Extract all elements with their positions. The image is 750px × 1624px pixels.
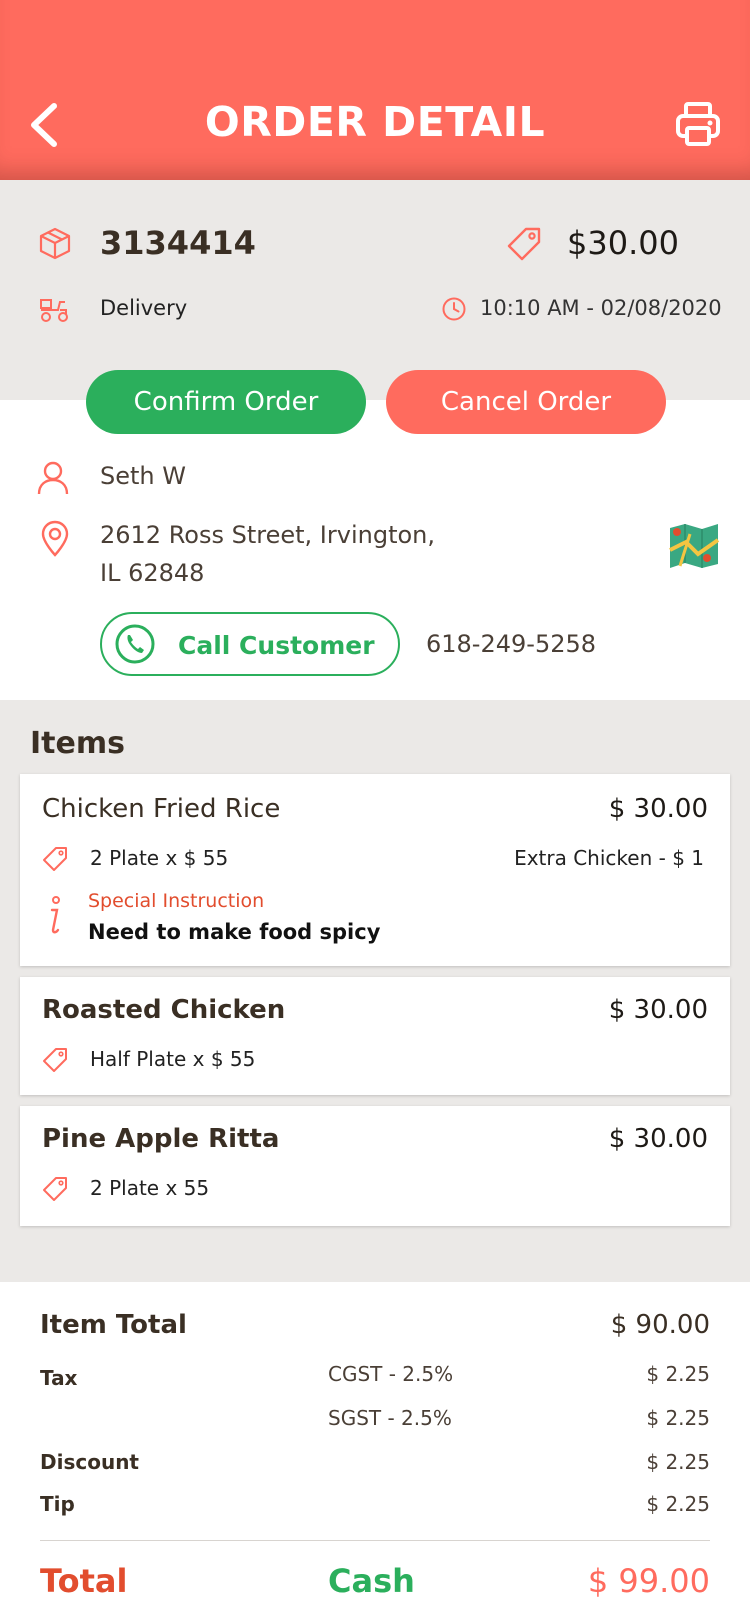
grand-total-value: $ 99.00 xyxy=(587,1562,710,1600)
location-pin-icon xyxy=(41,520,69,557)
item-quantity: 2 Plate x $ 55 xyxy=(90,846,229,870)
address-line-1: 2612 Ross Street, Irvington, xyxy=(100,521,436,549)
cancel-order-button[interactable]: Cancel Order xyxy=(386,370,666,434)
cgst-label: CGST - 2.5% xyxy=(328,1362,454,1386)
phone-icon xyxy=(115,624,155,664)
price-tag-icon xyxy=(507,227,541,261)
tip-label: Tip xyxy=(40,1492,75,1516)
user-icon xyxy=(37,461,69,495)
discount-value: $ 2.25 xyxy=(646,1450,710,1474)
customer-address: 2612 Ross Street, Irvington, IL 62848 xyxy=(100,516,435,592)
map-icon xyxy=(669,524,720,568)
item-price: $ 30.00 xyxy=(608,995,708,1025)
package-icon xyxy=(39,227,71,260)
tax-label: Tax xyxy=(40,1366,78,1390)
discount-label: Discount xyxy=(40,1450,139,1474)
items-heading: Items xyxy=(30,726,125,761)
printer-icon xyxy=(676,102,720,146)
order-type: Delivery xyxy=(100,296,188,320)
item-extra: Extra Chicken - $ 1 xyxy=(514,846,704,870)
call-customer-label: Call Customer xyxy=(178,631,375,660)
order-price: $30.00 xyxy=(567,224,679,262)
item-quantity: Half Plate x $ 55 xyxy=(90,1047,256,1071)
sgst-label: SGST - 2.5% xyxy=(328,1406,452,1430)
customer-name: Seth W xyxy=(100,462,186,490)
order-datetime: 10:10 AM - 02/08/2020 xyxy=(480,296,722,320)
sgst-value: $ 2.25 xyxy=(646,1406,710,1430)
call-customer-button[interactable]: Call Customer xyxy=(100,612,400,676)
item-name: Roasted Chicken xyxy=(42,995,286,1025)
tag-icon xyxy=(43,847,67,871)
app-header: ORDER DETAIL xyxy=(0,0,750,180)
list-item[interactable]: Roasted Chicken $ 30.00 Half Plate x $ 5… xyxy=(20,977,730,1095)
open-map-button[interactable] xyxy=(668,520,720,572)
print-button[interactable] xyxy=(674,100,722,148)
grand-total-label: Total xyxy=(40,1562,128,1600)
item-price: $ 30.00 xyxy=(608,1124,708,1154)
order-id: 3134414 xyxy=(100,224,256,262)
item-total-value: $ 90.00 xyxy=(610,1310,710,1340)
item-quantity: 2 Plate x 55 xyxy=(90,1176,210,1200)
tip-value: $ 2.25 xyxy=(646,1492,710,1516)
delivery-scooter-icon xyxy=(40,299,68,322)
clock-icon xyxy=(442,297,466,321)
item-name: Chicken Fried Rice xyxy=(42,794,281,824)
payment-method: Cash xyxy=(328,1562,415,1600)
order-summary xyxy=(0,180,750,400)
cgst-value: $ 2.25 xyxy=(646,1362,710,1386)
special-instruction-text: Need to make food spicy xyxy=(88,920,381,944)
item-total-label: Item Total xyxy=(40,1310,187,1340)
list-item[interactable]: Pine Apple Ritta $ 30.00 2 Plate x 55 xyxy=(20,1106,730,1226)
tag-icon xyxy=(43,1177,67,1201)
confirm-order-button[interactable]: Confirm Order xyxy=(86,370,366,434)
divider xyxy=(40,1540,710,1541)
page-title: ORDER DETAIL xyxy=(204,98,546,146)
list-item[interactable]: Chicken Fried Rice $ 30.00 2 Plate x $ 5… xyxy=(20,774,730,966)
item-name: Pine Apple Ritta xyxy=(42,1124,280,1154)
customer-phone: 618-249-5258 xyxy=(426,630,597,658)
info-icon xyxy=(50,896,60,934)
special-instruction-label: Special Instruction xyxy=(88,890,265,912)
item-price: $ 30.00 xyxy=(608,794,708,824)
address-line-2: IL 62848 xyxy=(100,559,205,587)
tag-icon xyxy=(43,1048,67,1072)
